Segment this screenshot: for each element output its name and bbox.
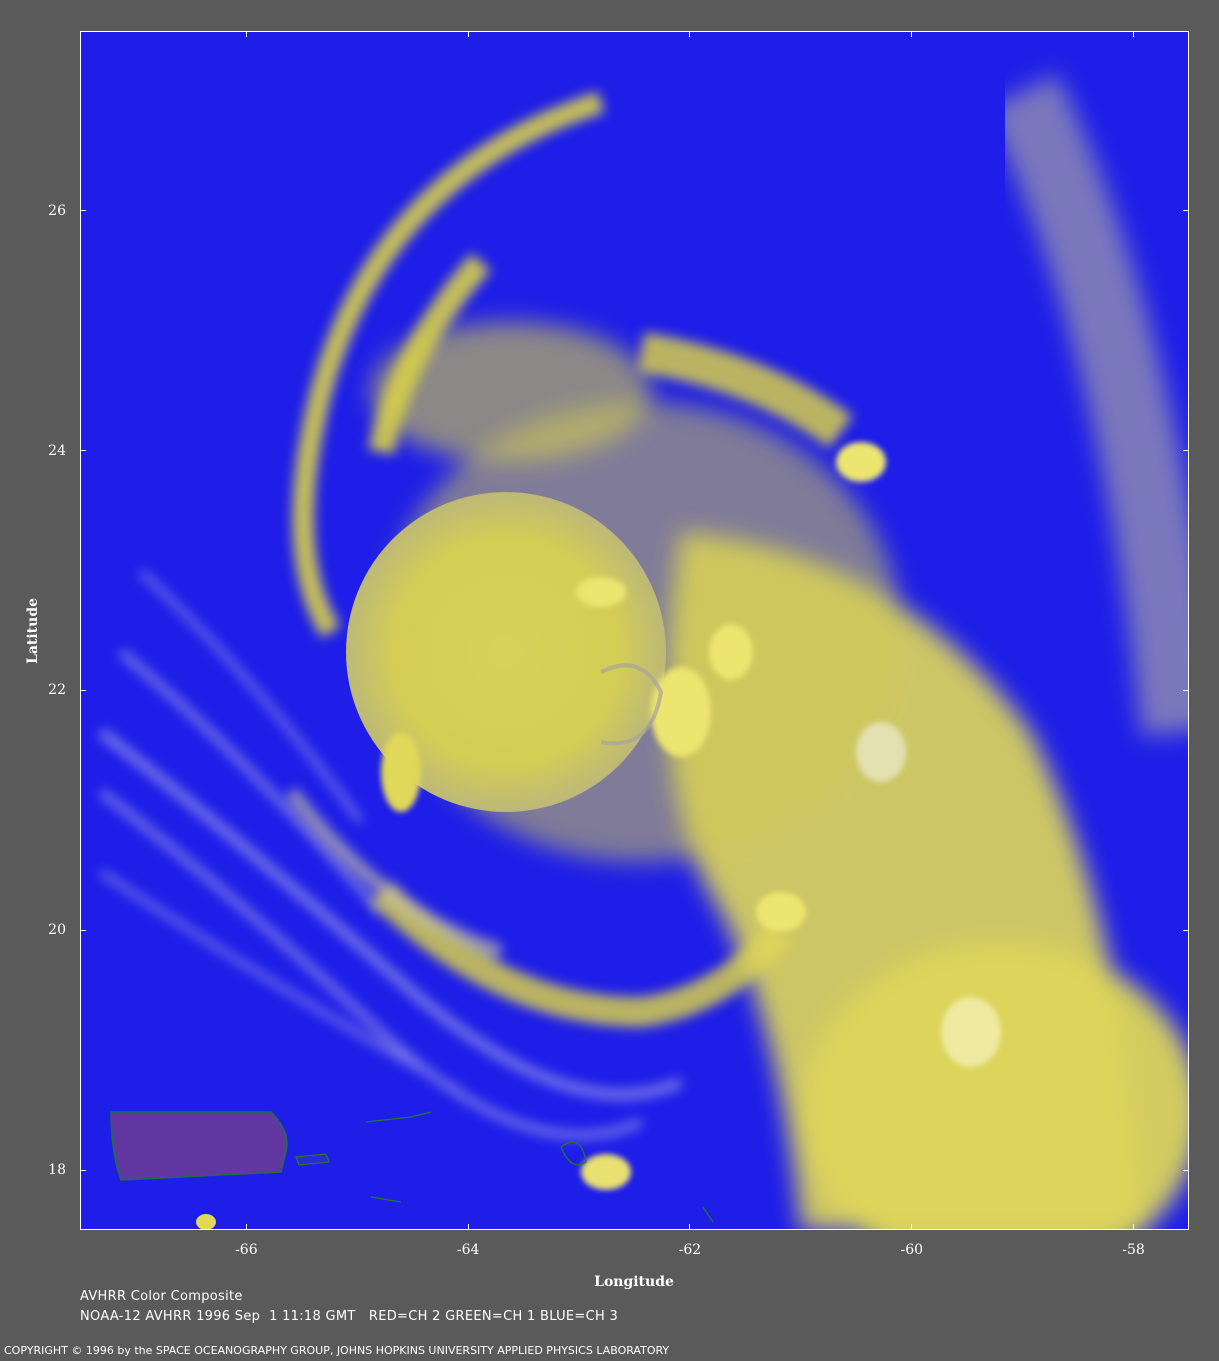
x-tick-mark	[1133, 1224, 1135, 1230]
x-tick-label: -66	[235, 1242, 258, 1258]
y-tick-mark	[80, 929, 86, 931]
y-tick-mark	[1183, 689, 1189, 691]
x-tick-mark	[245, 1224, 247, 1230]
x-tick-label: -60	[900, 1242, 924, 1258]
y-tick-mark	[1183, 210, 1189, 212]
x-tick-label: -62	[678, 1242, 702, 1258]
x-tick-label: -64	[456, 1242, 480, 1258]
x-axis-title: Longitude	[594, 1274, 674, 1290]
satellite-composite-graphic	[81, 32, 1188, 1229]
x-tick-label: -58	[1122, 1242, 1145, 1258]
y-tick-mark	[1183, 1169, 1189, 1171]
y-tick-mark	[1183, 450, 1189, 452]
x-tick-mark	[689, 31, 691, 37]
caption-details: NOAA-12 AVHRR 1996 Sep 1 11:18 GMT RED=C…	[80, 1309, 619, 1324]
y-tick-label: 22	[48, 682, 66, 699]
x-tick-mark	[467, 1224, 469, 1230]
y-tick-label: 18	[48, 1162, 66, 1179]
x-tick-mark	[911, 1224, 913, 1230]
y-tick-label: 24	[48, 442, 66, 459]
x-tick-mark	[1133, 31, 1135, 37]
y-tick-mark	[80, 1169, 86, 1171]
small-cloud	[196, 1214, 216, 1229]
caption-title: AVHRR Color Composite	[80, 1289, 243, 1304]
y-tick-label: 20	[48, 922, 66, 939]
y-tick-mark	[80, 689, 86, 691]
y-tick-label: 26	[48, 202, 66, 219]
y-tick-mark	[1183, 929, 1189, 931]
y-tick-mark	[80, 210, 86, 212]
satellite-image	[80, 31, 1189, 1230]
x-tick-mark	[911, 31, 913, 37]
x-tick-mark	[689, 1224, 691, 1230]
x-tick-mark	[245, 31, 247, 37]
puerto-rico-island	[110, 1111, 288, 1181]
y-axis-title: Latitude	[25, 597, 41, 665]
copyright-notice: COPYRIGHT © 1996 by the SPACE OCEANOGRAP…	[4, 1344, 670, 1357]
y-tick-mark	[80, 450, 86, 452]
x-tick-mark	[467, 31, 469, 37]
